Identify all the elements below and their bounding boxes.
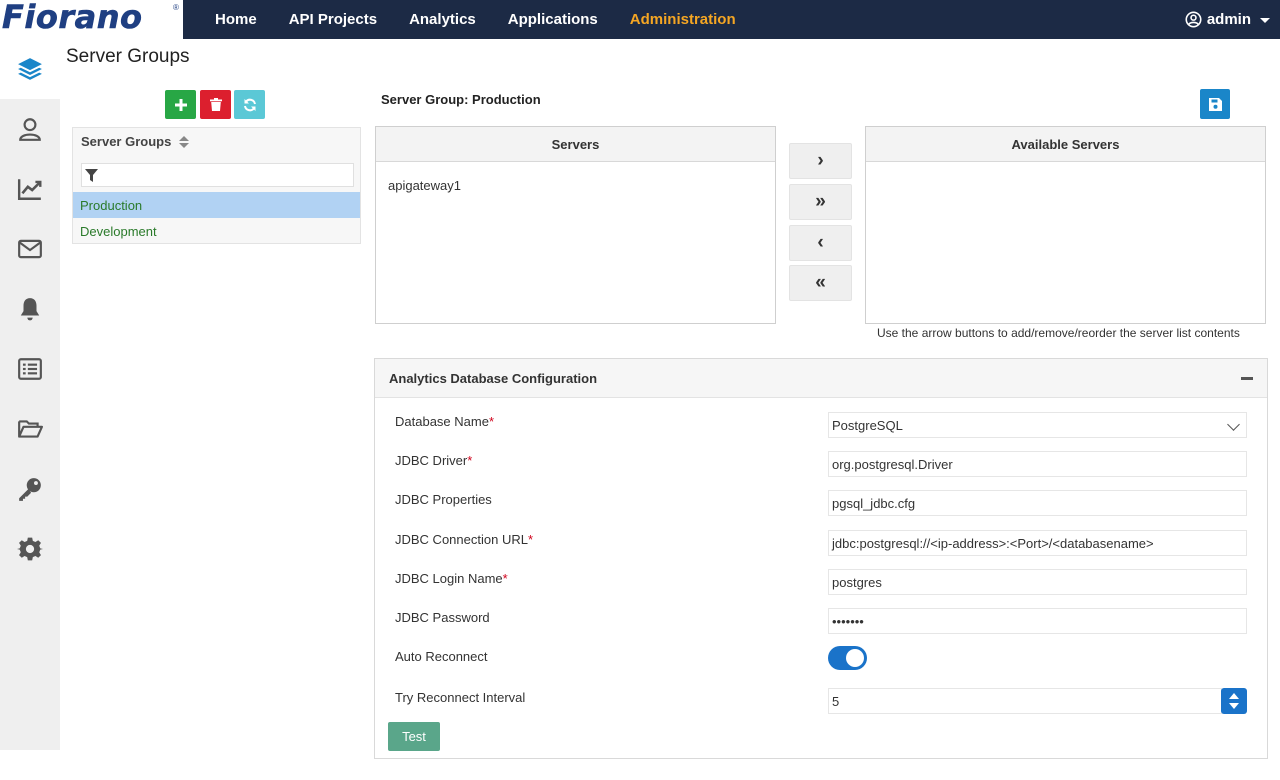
jdbc-password-input[interactable]: ••••••• xyxy=(828,608,1247,634)
filter-icon xyxy=(85,168,98,182)
auto-reconnect-label: Auto Reconnect xyxy=(395,649,488,664)
user-icon xyxy=(19,118,41,141)
jdbc-login-label: JDBC Login Name* xyxy=(395,571,508,586)
user-menu[interactable]: admin xyxy=(1185,0,1270,39)
refresh-icon xyxy=(243,98,256,111)
chart-line-icon xyxy=(17,179,42,200)
top-navbar: Fiorano ® Home API Projects Analytics Ap… xyxy=(0,0,1280,39)
folder-open-icon xyxy=(18,420,43,438)
test-button[interactable]: Test xyxy=(388,722,440,751)
jdbc-properties-label: JDBC Properties xyxy=(395,492,492,507)
chevron-down-icon xyxy=(1227,418,1240,431)
jdbc-properties-input[interactable]: pgsql_jdbc.cfg xyxy=(828,490,1247,516)
group-filter-input[interactable] xyxy=(81,163,354,187)
auto-reconnect-toggle[interactable] xyxy=(828,646,867,670)
nav-home[interactable]: Home xyxy=(199,0,273,39)
database-name-value: PostgreSQL xyxy=(832,418,903,433)
chevron-down-icon xyxy=(1260,18,1270,23)
sidebar-item-settings[interactable] xyxy=(0,519,60,579)
refresh-button[interactable] xyxy=(234,90,265,119)
server-group-label: Server Group: Production xyxy=(381,92,541,107)
list-hint-text: Use the arrow buttons to add/remove/reor… xyxy=(877,326,1240,340)
move-all-left-button[interactable]: « xyxy=(789,265,852,301)
jdbc-driver-label: JDBC Driver* xyxy=(395,453,473,468)
nav-api-projects[interactable]: API Projects xyxy=(273,0,393,39)
move-right-button[interactable]: › xyxy=(789,143,852,179)
delete-group-button[interactable] xyxy=(200,90,231,119)
database-name-select[interactable]: PostgreSQL xyxy=(828,412,1247,438)
server-groups-header-label: Server Groups xyxy=(81,134,172,149)
list-icon xyxy=(18,358,42,380)
servers-list: Servers apigateway1 xyxy=(375,126,776,324)
sidebar-item-messages[interactable] xyxy=(0,219,60,279)
save-icon xyxy=(1208,97,1222,111)
nav-applications[interactable]: Applications xyxy=(492,0,614,39)
available-servers-header: Available Servers xyxy=(866,127,1265,162)
config-panel-title: Analytics Database Configuration xyxy=(389,370,598,386)
jdbc-url-label: JDBC Connection URL* xyxy=(395,532,534,547)
left-sidebar xyxy=(0,39,60,750)
save-button[interactable] xyxy=(1200,89,1230,119)
add-group-button[interactable] xyxy=(165,90,196,119)
minus-icon[interactable] xyxy=(1241,376,1253,380)
jdbc-driver-input[interactable]: org.postgresql.Driver xyxy=(828,451,1247,477)
sidebar-item-users[interactable] xyxy=(0,99,60,159)
jdbc-login-input[interactable]: postgres xyxy=(828,569,1247,595)
move-all-right-button[interactable]: » xyxy=(789,184,852,220)
user-name: admin xyxy=(1206,11,1251,28)
plus-icon xyxy=(174,98,187,111)
config-panel-header: Analytics Database Configuration xyxy=(375,359,1267,398)
envelope-icon xyxy=(18,239,42,259)
server-groups-panel: Server Groups Production Development xyxy=(72,127,361,244)
sidebar-item-analytics[interactable] xyxy=(0,159,60,219)
sidebar-item-notifications[interactable] xyxy=(0,279,60,339)
available-servers-list: Available Servers xyxy=(865,126,1266,324)
logo-text: Fiorano xyxy=(2,0,143,36)
sidebar-item-keys[interactable] xyxy=(0,459,60,519)
logo-registered-mark: ® xyxy=(173,3,179,12)
group-row-production[interactable]: Production xyxy=(73,192,360,218)
key-icon xyxy=(19,478,41,501)
jdbc-url-input[interactable]: jdbc:postgresql://<ip-address>:<Port>/<d… xyxy=(828,530,1247,556)
nav-administration[interactable]: Administration xyxy=(614,0,752,39)
sidebar-item-files[interactable] xyxy=(0,399,60,459)
fiorano-logo[interactable]: Fiorano ® xyxy=(0,0,183,39)
gear-icon xyxy=(17,537,43,561)
interval-stepper[interactable] xyxy=(1221,688,1247,714)
server-item[interactable]: apigateway1 xyxy=(376,162,775,209)
stepper-down-icon[interactable] xyxy=(1229,703,1239,709)
servers-list-header: Servers xyxy=(376,127,775,162)
page-title: Server Groups xyxy=(66,46,190,67)
sidebar-item-server-groups[interactable] xyxy=(0,39,60,99)
move-left-button[interactable]: ‹ xyxy=(789,225,852,261)
user-circle-icon xyxy=(1185,11,1202,28)
bell-icon xyxy=(20,298,40,321)
sidebar-item-logs[interactable] xyxy=(0,339,60,399)
jdbc-password-label: JDBC Password xyxy=(395,610,490,625)
group-row-development[interactable]: Development xyxy=(73,218,360,244)
trash-icon xyxy=(209,98,222,111)
toggle-knob xyxy=(846,649,864,667)
main-nav: Home API Projects Analytics Applications… xyxy=(199,0,752,39)
stepper-up-icon[interactable] xyxy=(1229,693,1239,699)
layers-icon xyxy=(18,58,42,80)
server-groups-header[interactable]: Server Groups xyxy=(73,128,360,155)
sort-icon[interactable] xyxy=(179,135,190,148)
nav-analytics[interactable]: Analytics xyxy=(393,0,492,39)
reconnect-interval-label: Try Reconnect Interval xyxy=(395,690,526,705)
database-name-label: Database Name* xyxy=(395,414,495,429)
reconnect-interval-input[interactable]: 5 xyxy=(828,688,1222,714)
